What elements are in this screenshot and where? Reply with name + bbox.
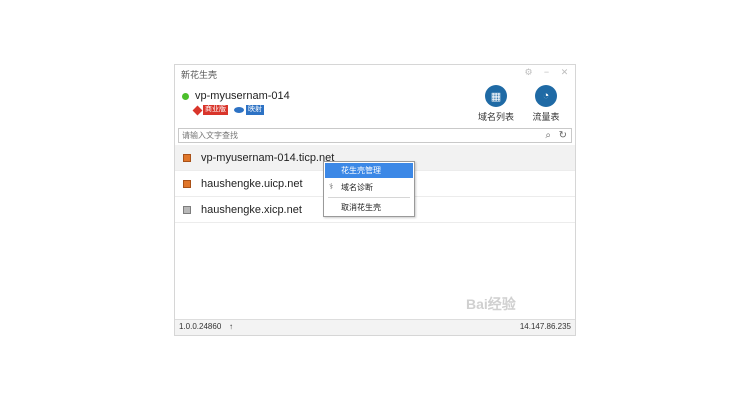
domain-name: vp-myusernam-014.ticp.net <box>201 151 335 164</box>
orange-box-icon <box>183 179 191 188</box>
user-badges: 商业版 映射 <box>192 105 264 115</box>
minimize-icon[interactable]: − <box>542 68 551 77</box>
domain-list-button[interactable]: ▦ 域名列表 <box>473 85 519 125</box>
gray-box-icon <box>183 205 191 214</box>
search-icon[interactable]: ⌕ <box>545 129 551 142</box>
ip-address: 14.147.86.235 <box>519 322 571 331</box>
traffic-button[interactable]: ◔ 流量表 <box>523 85 569 125</box>
diamond-icon <box>192 105 203 115</box>
version-text: 1.0.0.24860 <box>179 322 222 331</box>
search-input[interactable] <box>182 129 532 142</box>
menu-item-diagnose-label: 域名诊断 <box>341 183 373 192</box>
mapping-badge: 映射 <box>234 105 264 115</box>
menu-item-manage-label: 花生壳管理 <box>341 166 381 175</box>
watermark: Bai经验 <box>466 296 516 312</box>
settings-icon[interactable]: ⚙ <box>524 68 533 77</box>
domain-name: haushengke.uicp.net <box>201 177 303 190</box>
traffic-label: 流量表 <box>532 112 560 122</box>
close-icon[interactable]: ✕ <box>560 68 569 77</box>
business-badge: 商业版 <box>192 105 228 115</box>
menu-separator <box>328 197 410 198</box>
status-bar: 1.0.0.24860 ↑ 14.147.86.235 <box>175 319 575 335</box>
traffic-gauge-icon: ◔ <box>535 85 557 107</box>
window-controls: ⚙ − ✕ <box>524 68 569 77</box>
orange-box-icon <box>183 153 191 162</box>
online-status-dot <box>182 92 189 100</box>
domain-name: haushengke.xicp.net <box>201 203 302 216</box>
business-badge-label: 商业版 <box>203 105 228 115</box>
menu-item-cancel-label: 取消花生壳 <box>341 203 381 212</box>
window-title: 新花生壳 <box>181 70 218 80</box>
menu-item-manage[interactable]: 花生壳管理 <box>325 163 413 178</box>
user-row: vp-myusernam-014 <box>182 89 290 103</box>
diagnose-icon: ⚕ <box>329 182 334 191</box>
refresh-icon[interactable]: ↻ <box>559 129 567 142</box>
domain-list-label: 域名列表 <box>477 112 514 122</box>
up-arrow-icon[interactable]: ↑ <box>229 322 233 331</box>
eye-icon <box>234 107 244 113</box>
title-bar: 新花生壳 ⚙ − ✕ <box>175 65 575 83</box>
search-bar: ⌕ ↻ <box>178 128 572 143</box>
menu-item-cancel[interactable]: 取消花生壳 <box>325 200 413 215</box>
username: vp-myusernam-014 <box>195 90 290 102</box>
context-menu: 花生壳管理 ⚕ 域名诊断 取消花生壳 <box>323 161 415 217</box>
mapping-badge-label: 映射 <box>246 105 264 115</box>
menu-item-diagnose[interactable]: ⚕ 域名诊断 <box>325 180 413 195</box>
domain-list-icon: ▦ <box>485 85 507 107</box>
